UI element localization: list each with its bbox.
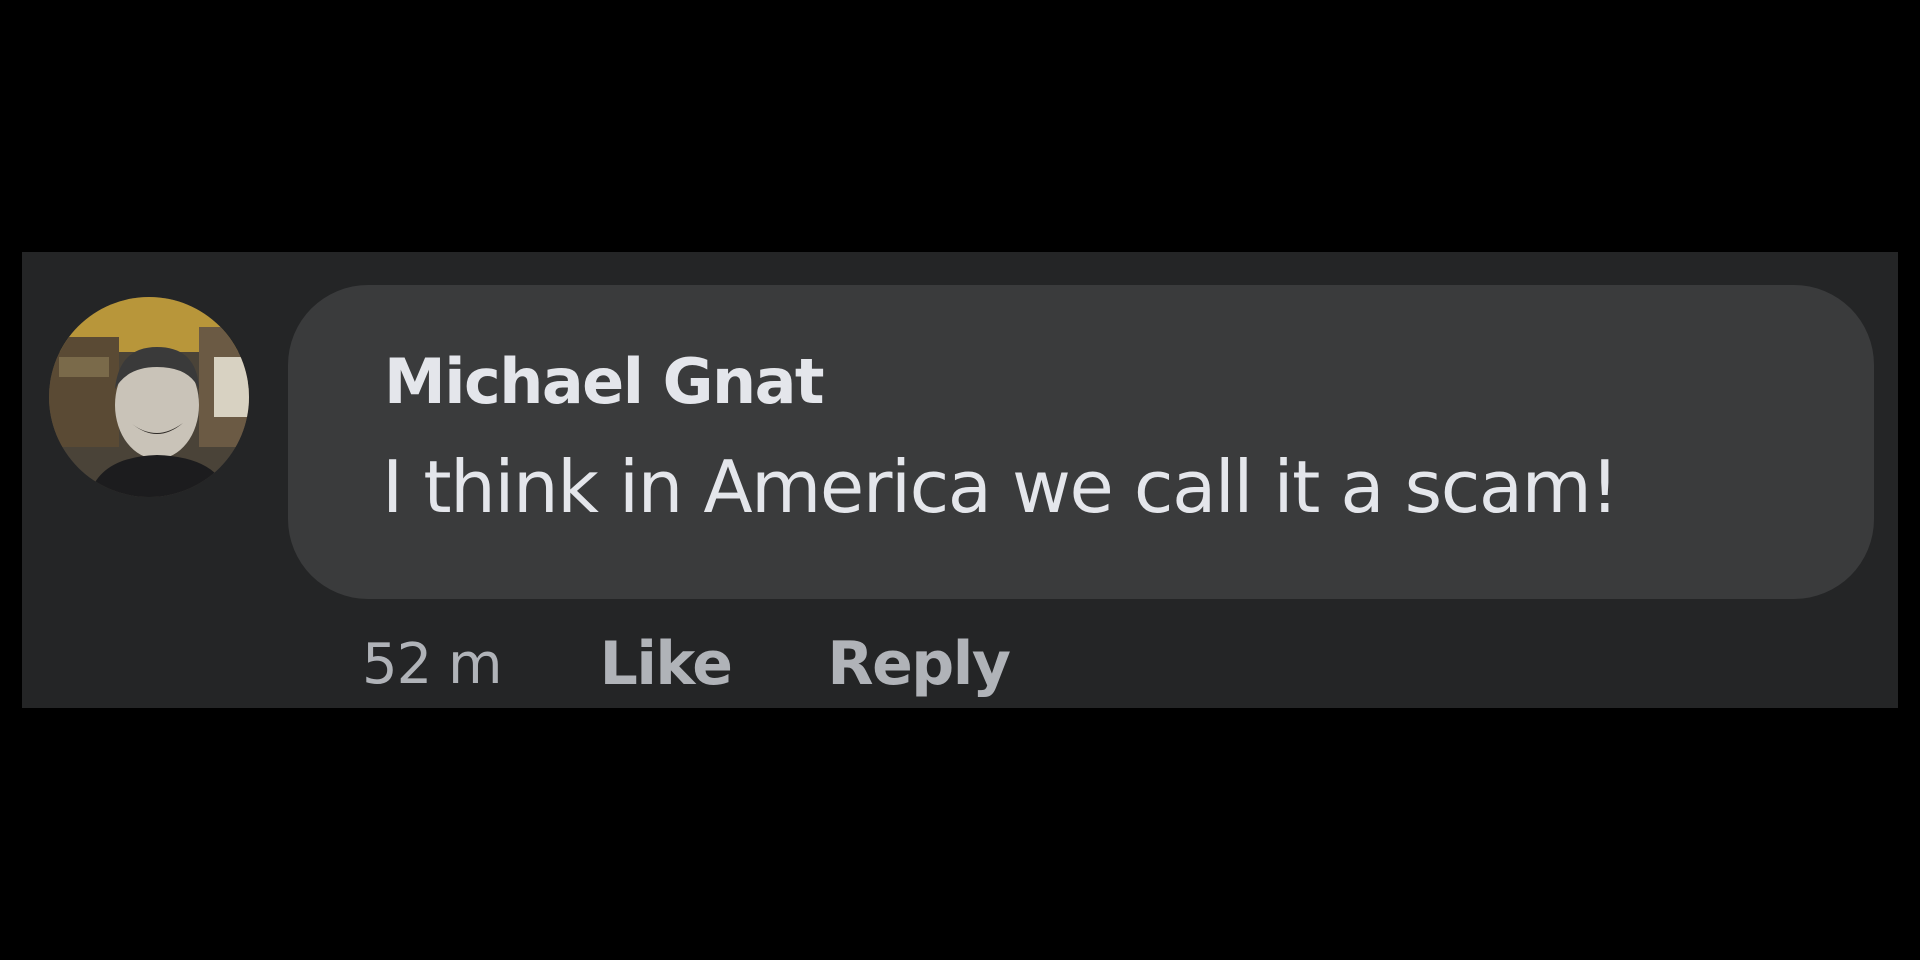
- like-button[interactable]: Like: [600, 629, 733, 699]
- page: Michael Gnat I think in America we call …: [0, 0, 1920, 960]
- avatar[interactable]: [49, 297, 249, 497]
- comment-actions: 52 m Like Reply: [362, 624, 1011, 704]
- user-photo-avatar-icon: [49, 297, 249, 497]
- author-name[interactable]: Michael Gnat: [384, 345, 825, 418]
- comment-card: Michael Gnat I think in America we call …: [22, 252, 1898, 708]
- reply-button[interactable]: Reply: [827, 629, 1011, 699]
- comment-bubble: Michael Gnat I think in America we call …: [288, 285, 1874, 599]
- comment-timestamp[interactable]: 52 m: [362, 632, 503, 697]
- comment-text: I think in America we call it a scam!: [382, 445, 1619, 529]
